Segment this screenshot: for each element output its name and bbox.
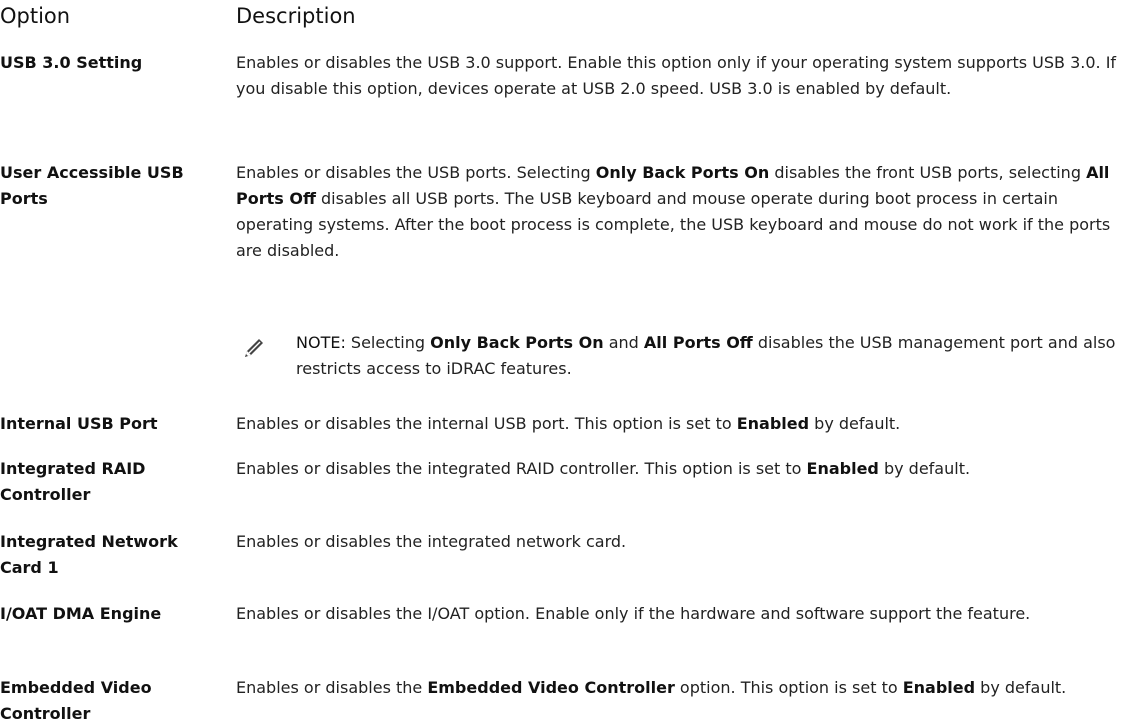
description-text: Enables or disables the internal USB por… [236,414,737,433]
description-text: option. This option is set to [674,678,903,697]
description-text: Enables or disables the integrated netwo… [236,532,627,551]
description-text: Enables or disables the I/OAT option. En… [236,604,1031,623]
description-text: Enables or disables the USB 3.0 support.… [236,53,1117,98]
note-body: Selecting [345,333,431,352]
option-name: Integrated RAID Controller [0,459,146,504]
option-name: USB 3.0 Setting [0,53,143,72]
description-text: disables all USB ports. The USB keyboard… [236,189,1111,260]
note-label: NOTE: [296,333,346,352]
description-emphasis: Enabled [736,414,810,433]
option-name: User Accessible USB Ports [0,163,184,208]
description-emphasis: Only Back Ports On [595,163,770,182]
option-description: Enables or disables the I/OAT option. En… [236,601,1140,627]
note-emphasis: All Ports Off [643,333,753,352]
description-text: by default. [975,678,1067,697]
table-header: Option Description [0,4,1144,40]
option-description: Enables or disables the USB ports. Selec… [236,160,1140,264]
option-description: Enables or disables the Embedded Video C… [236,675,1140,701]
note-pencil-icon [245,339,263,357]
option-name: I/OAT DMA Engine [0,604,162,623]
description-text: Enables or disables the integrated RAID … [236,459,807,478]
option-description: Enables or disables the internal USB por… [236,411,1140,437]
option-name: Internal USB Port [0,414,158,433]
option-name: Embedded Video Controller [0,678,152,723]
option-description: Enables or disables the integrated RAID … [236,456,1140,482]
option-description: Enables or disables the USB 3.0 support.… [236,50,1140,102]
option-column-header: Option [0,4,71,28]
description-text: by default. [878,459,971,478]
description-text: by default. [809,414,901,433]
note-text: NOTE: Selecting Only Back Ports On and A… [296,330,1136,382]
description-text: Enables or disables the USB ports. Selec… [236,163,596,182]
description-emphasis: Enabled [806,459,879,478]
note-body: and [603,333,644,352]
option-name: Integrated Network Card 1 [0,532,178,577]
description-emphasis: Enabled [902,678,976,697]
description-text: disables the front USB ports, selecting [769,163,1087,182]
description-text: Enables or disables the [236,678,428,697]
description-column-header: Description [236,4,356,28]
option-description: Enables or disables the integrated netwo… [236,529,1140,555]
description-emphasis: Embedded Video Controller [427,678,675,697]
note-emphasis: Only Back Ports On [430,333,604,352]
